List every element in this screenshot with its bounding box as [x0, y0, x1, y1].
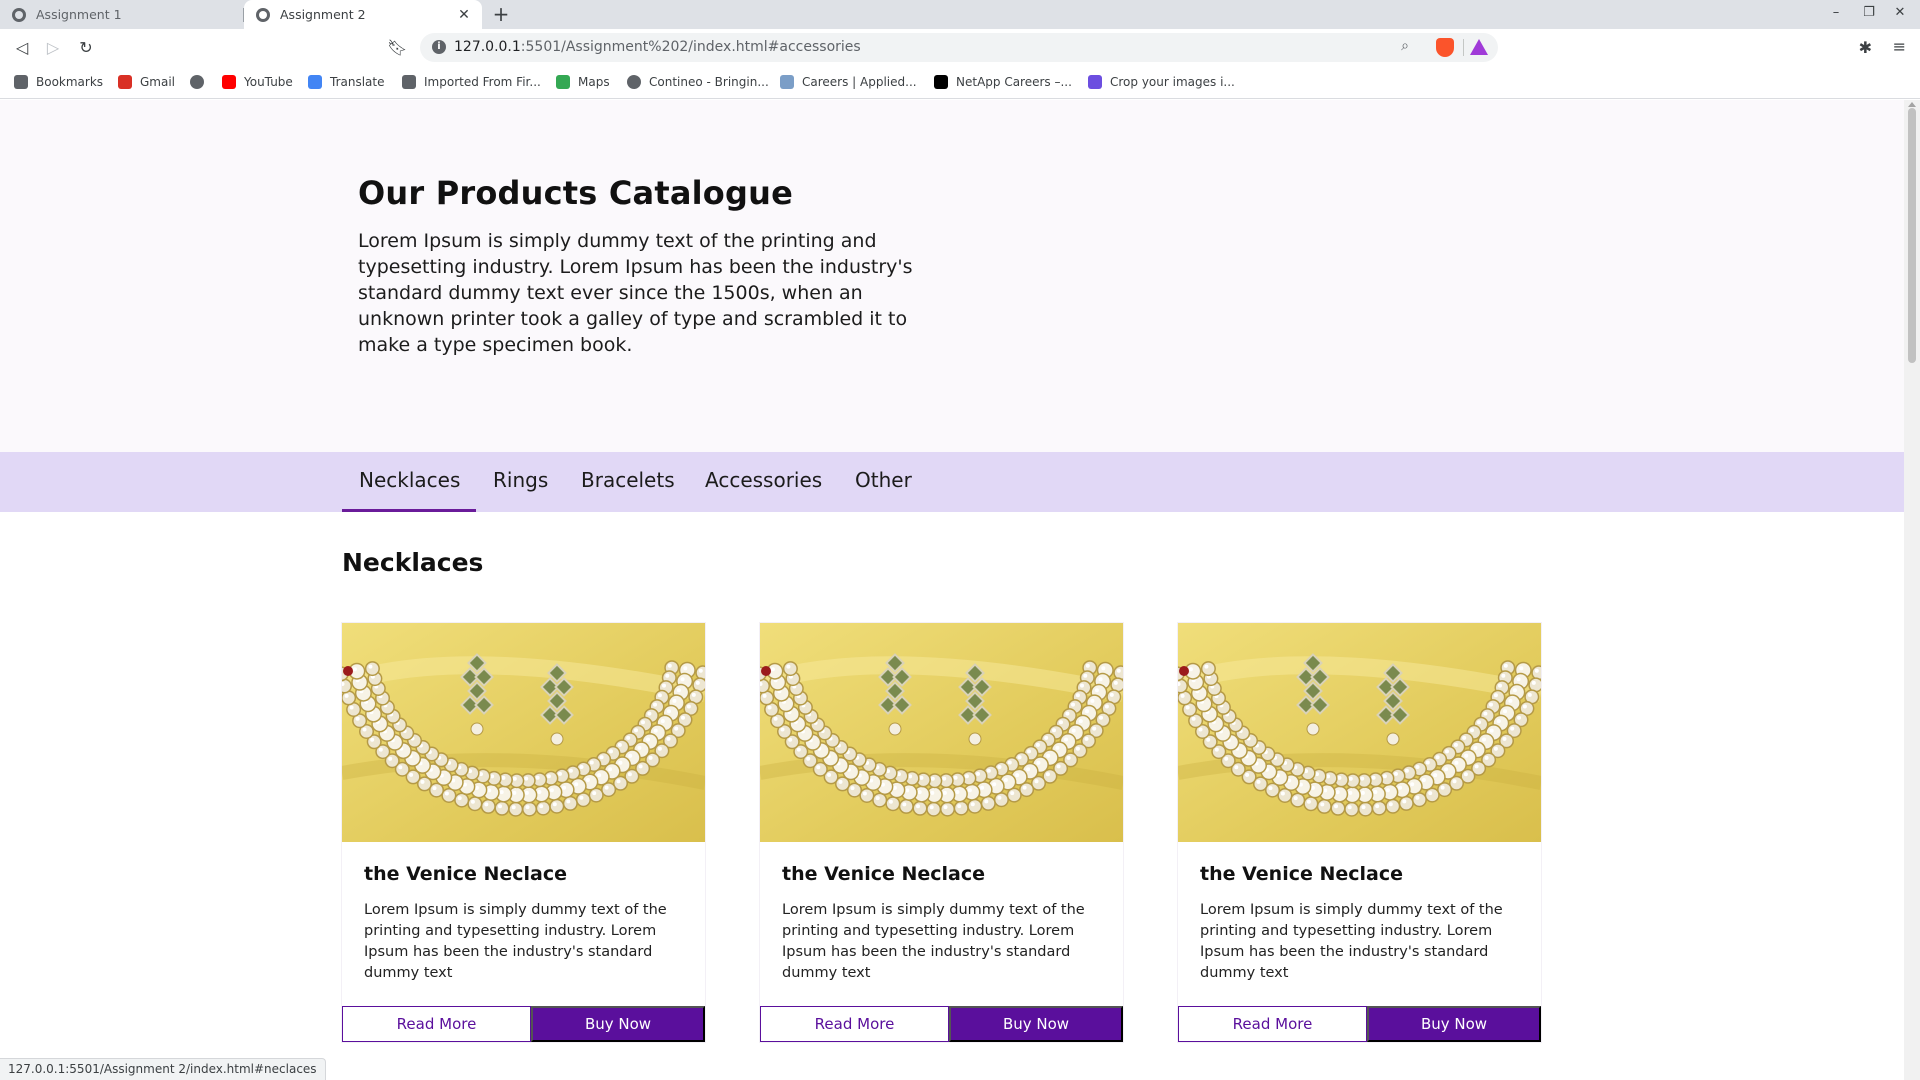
read-more-button[interactable]: Read More [342, 1006, 531, 1042]
tab-accessories[interactable]: Accessories [705, 468, 822, 492]
tab-title: Assignment 1 [36, 7, 122, 22]
bookmark-label: Contineo - Bringin... [649, 75, 769, 89]
product-name: the Venice Neclace [782, 863, 985, 885]
buy-now-button[interactable]: Buy Now [1367, 1006, 1541, 1042]
browser-tab-assignment-1[interactable]: Assignment 1 [0, 0, 244, 29]
reload-icon[interactable]: ↻ [76, 38, 96, 58]
forward-icon[interactable]: ▷ [43, 38, 63, 58]
bookmark-page-icon[interactable]: 🔖︎ [387, 38, 407, 58]
tab-bracelets[interactable]: Bracelets [581, 468, 675, 492]
product-description: Lorem Ipsum is simply dummy text of the … [1200, 902, 1503, 981]
bookmarks-icon [14, 75, 28, 89]
scrollbar-thumb[interactable] [1908, 108, 1916, 363]
tab-title: Assignment 2 [280, 7, 366, 22]
page-title: Our Products Catalogue [358, 174, 793, 212]
product-image [342, 623, 705, 842]
category-nav: Necklaces Rings Bracelets Accessories Ot… [0, 452, 1904, 512]
tab-other[interactable]: Other [855, 468, 912, 492]
heart-icon [1088, 75, 1102, 89]
translate-icon [308, 75, 322, 89]
bookmark-label: Imported From Fir... [424, 75, 541, 89]
active-tab-indicator [342, 509, 476, 512]
hero-description: Lorem Ipsum is simply dummy text of the … [358, 230, 913, 356]
minimize-icon[interactable]: – [1826, 5, 1846, 20]
url-text[interactable]: 127.0.0.1:5501/Assignment%202/index.html… [454, 39, 861, 55]
tab-necklaces[interactable]: Necklaces [359, 468, 460, 492]
bookmark-item[interactable]: Translate [308, 75, 385, 89]
careers-icon [780, 75, 794, 89]
product-image [1178, 623, 1541, 842]
bookmarks-bar: Bookmarks Gmail YouTube Translate Imported F… [0, 67, 1920, 99]
scroll-up-icon[interactable] [1908, 102, 1916, 107]
bookmark-item[interactable]: Imported From Fir... [402, 75, 541, 89]
bookmark-label: Bookmarks [36, 75, 104, 89]
bookmark-item[interactable]: Bookmarks [14, 75, 103, 89]
browser-tab-assignment-2[interactable]: Assignment 2 ✕ [244, 0, 482, 29]
tab-rings[interactable]: Rings [493, 468, 548, 492]
bookmark-label: Careers | Applied... [802, 75, 917, 89]
bookmark-item[interactable]: Maps [556, 75, 610, 89]
status-bar-url: 127.0.0.1:5501/Assignment 2/index.html#n… [0, 1058, 326, 1080]
hero-section: Our Products Catalogue Lorem Ipsum is si… [0, 100, 1904, 452]
close-tab-icon[interactable]: ✕ [456, 7, 472, 23]
buy-now-button[interactable]: Buy Now [949, 1006, 1123, 1042]
bookmark-item[interactable]: Contineo - Bringin... [627, 75, 769, 89]
bookmark-item[interactable]: Careers | Applied... [780, 75, 917, 89]
bookmark-item[interactable]: Gmail [118, 75, 175, 89]
divider [1463, 39, 1464, 56]
product-name: the Venice Neclace [1200, 863, 1403, 885]
bookmark-item[interactable]: Crop your images i... [1088, 75, 1235, 89]
globe-icon [190, 75, 204, 89]
folder-icon [402, 75, 416, 89]
page-viewport: Our Products Catalogue Lorem Ipsum is si… [0, 100, 1904, 1080]
bookmark-item[interactable]: NetApp Careers –... [934, 75, 1072, 89]
address-bar[interactable]: i 127.0.0.1:5501/Assignment%202/index.ht… [420, 33, 1498, 62]
bookmark-label: Translate [330, 75, 385, 89]
necklace-photo [342, 623, 705, 842]
brave-shields-icon[interactable] [1436, 38, 1454, 57]
globe-icon [12, 7, 26, 22]
read-more-button[interactable]: Read More [1178, 1006, 1367, 1042]
buy-now-button[interactable]: Buy Now [531, 1006, 705, 1042]
product-image [760, 623, 1123, 842]
bookmark-item[interactable]: YouTube [222, 75, 293, 89]
read-more-button[interactable]: Read More [760, 1006, 949, 1042]
globe-icon [256, 7, 270, 22]
section-title: Necklaces [342, 548, 484, 577]
back-icon[interactable]: ◁ [12, 38, 32, 58]
bookmark-item[interactable] [190, 75, 212, 89]
product-card: the Venice Neclace Lorem Ipsum is simply… [342, 623, 705, 1042]
product-description: Lorem Ipsum is simply dummy text of the … [782, 902, 1085, 981]
product-card: the Venice Neclace Lorem Ipsum is simply… [760, 623, 1123, 1042]
youtube-icon [222, 75, 236, 89]
zoom-icon[interactable]: ⌕ [1396, 38, 1414, 56]
browser-toolbar: ◁ ▷ ↻ 🔖︎ i 127.0.0.1:5501/Assignment%202… [0, 29, 1920, 67]
necklace-photo [1178, 623, 1541, 842]
site-info-icon[interactable]: i [432, 40, 446, 54]
restore-icon[interactable]: ❐ [1859, 5, 1879, 20]
necklace-photo [760, 623, 1123, 842]
browser-tab-bar: Assignment 1 Assignment 2 ✕ + – ❐ ✕ [0, 0, 1920, 29]
gmail-icon [118, 75, 132, 89]
bookmark-label: Maps [578, 75, 610, 89]
globe-icon [627, 75, 641, 89]
window-close-icon[interactable]: ✕ [1890, 5, 1910, 20]
netapp-icon [934, 75, 948, 89]
maps-icon [556, 75, 570, 89]
bookmark-label: NetApp Careers –... [956, 75, 1072, 89]
rewards-icon[interactable] [1470, 39, 1488, 55]
new-tab-button[interactable]: + [490, 3, 512, 25]
extensions-icon[interactable]: ✱ [1859, 38, 1872, 57]
product-card: the Venice Neclace Lorem Ipsum is simply… [1178, 623, 1541, 1042]
bookmark-label: Crop your images i... [1110, 75, 1235, 89]
product-name: the Venice Neclace [364, 863, 567, 885]
product-description: Lorem Ipsum is simply dummy text of the … [364, 902, 667, 981]
bookmark-label: YouTube [244, 75, 293, 89]
bookmark-label: Gmail [140, 75, 176, 89]
menu-icon[interactable]: ≡ [1893, 37, 1906, 56]
